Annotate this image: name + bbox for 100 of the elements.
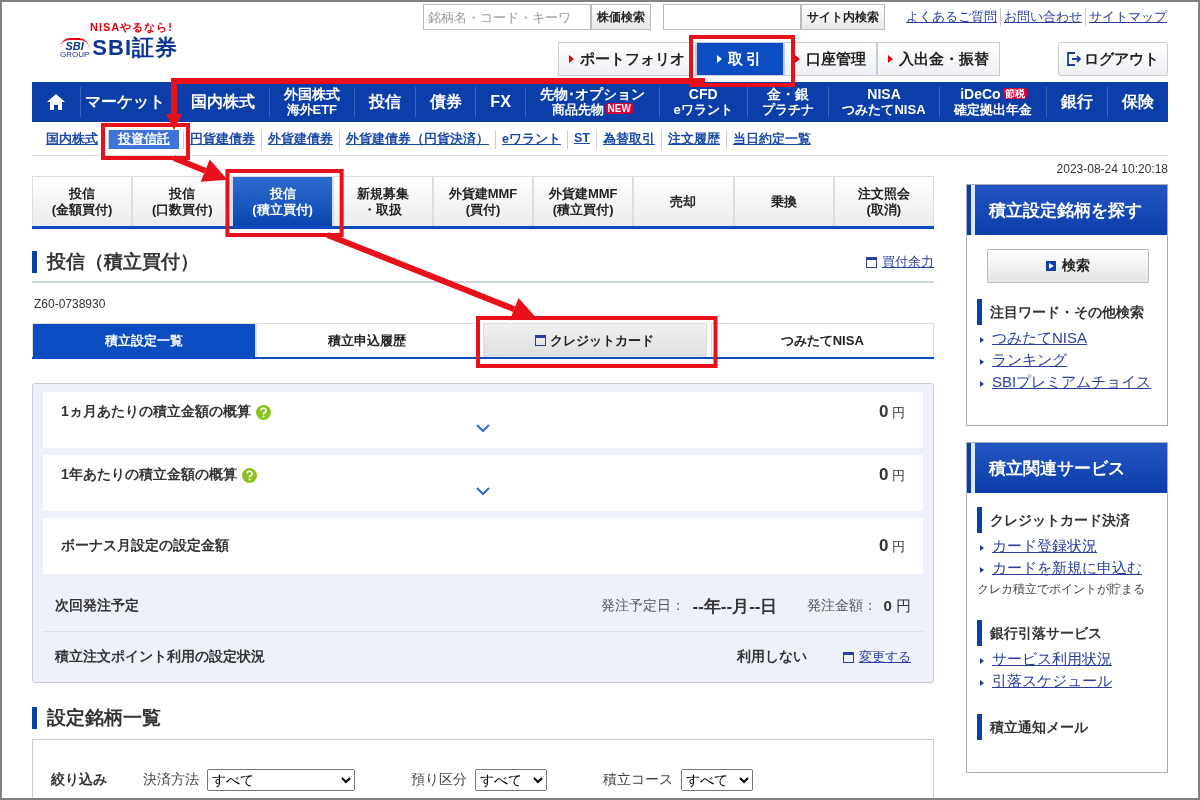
tab[interactable]: 外貨建MMF (買付): [432, 176, 534, 226]
logo-name[interactable]: SBI証券: [92, 33, 179, 63]
logout-button[interactable]: ログアウト: [1058, 42, 1168, 76]
nav-item[interactable]: 投信: [353, 87, 415, 117]
summary-label: 1ヵ月あたりの積立金額の概算: [61, 403, 251, 421]
tab[interactable]: 新規募集 ・取扱: [332, 176, 433, 226]
top-menu-button[interactable]: ポートフォリオ: [558, 42, 696, 76]
bullet-icon: [980, 680, 984, 686]
sidebar-heading: 積立通知メール: [977, 714, 1159, 740]
nav-item[interactable]: FX: [475, 87, 525, 117]
bullet-icon: [980, 381, 984, 387]
sidebar-heading: 銀行引落サービス: [977, 620, 1159, 646]
subnav-link[interactable]: 円貨建債券: [183, 130, 261, 149]
change-link[interactable]: 変更する: [843, 648, 911, 666]
amount-value: 0 円: [878, 465, 905, 485]
subnav-link[interactable]: 投資信託: [108, 130, 179, 149]
timestamp: 2023-08-24 10:20:18: [1055, 161, 1168, 178]
bullet-icon: [980, 567, 984, 573]
tab[interactable]: 投信 (積立買付): [232, 176, 333, 226]
nav-item[interactable]: 債券: [414, 87, 476, 117]
top-menu-button[interactable]: 入出金・振替: [877, 42, 1000, 76]
search-button[interactable]: 検索: [987, 249, 1149, 283]
sidebar-title: 積立関連サービス: [967, 443, 1167, 493]
page-title: 投信（積立買付）: [32, 251, 199, 273]
subnav-link[interactable]: 注文履歴: [660, 130, 726, 149]
sidebar-title: 積立設定銘柄を探す: [967, 185, 1167, 235]
chevron-down-icon[interactable]: [476, 424, 490, 433]
buying-power-link[interactable]: 買付余力: [866, 253, 934, 271]
chevron-down-icon[interactable]: [476, 487, 490, 496]
tab[interactable]: 投信 (口数買付): [132, 176, 233, 226]
filter-dropdown[interactable]: すべて: [475, 769, 547, 791]
sub-tab[interactable]: クレジットカード: [483, 323, 707, 357]
stock-search-button[interactable]: 株価検索: [591, 4, 651, 30]
subnav-link[interactable]: eワラント: [495, 130, 567, 149]
sidebar-link[interactable]: ランキング: [992, 349, 1067, 371]
nav-item[interactable]: CFD eワラント: [658, 87, 747, 117]
caret-icon: [888, 55, 893, 63]
tab[interactable]: 売却: [633, 176, 734, 226]
subnav-link[interactable]: 為替取引: [595, 130, 661, 149]
sub-tab[interactable]: 積立設定一覧: [32, 323, 256, 357]
filter-name: 決済方法: [143, 771, 199, 789]
sidebar-link[interactable]: つみたてNISA: [992, 327, 1087, 349]
order-amount-value: 0 円: [883, 596, 911, 616]
caret-icon: [716, 55, 722, 63]
tab[interactable]: 乗換: [733, 176, 834, 226]
help-link[interactable]: お問い合わせ: [1000, 8, 1085, 26]
sub-tab[interactable]: つみたてNISA: [710, 323, 934, 357]
caret-icon: [569, 55, 574, 63]
window-icon: [866, 256, 877, 268]
amount-value: 0 円: [878, 536, 905, 556]
logo-tagline: NISAやるなら!: [90, 22, 174, 33]
nav-item[interactable]: NISA つみたてNISA: [827, 87, 940, 117]
sidebar-heading: クレジットカード決済: [977, 507, 1159, 533]
filter-dropdown[interactable]: すべて: [207, 769, 355, 791]
site-search-button[interactable]: サイト内検索: [801, 4, 885, 30]
subnav-link[interactable]: 当日約定一覧: [725, 130, 817, 149]
order-amount-label: 発注金額：: [807, 597, 878, 615]
tab[interactable]: 投信 (金額買付): [32, 176, 133, 226]
top-menu-button[interactable]: 口座管理: [784, 42, 877, 76]
help-link[interactable]: よくあるご質問: [903, 8, 1000, 26]
subnav-link[interactable]: 外貨建債券: [261, 130, 339, 149]
nav-item[interactable]: 先物･オプション 商品先物 $^{NEW}$: [524, 87, 659, 117]
order-date-label: 発注予定日：: [600, 597, 685, 615]
site-search-field[interactable]: [663, 4, 801, 30]
account-code: Z60-0738930: [33, 296, 107, 313]
points-setting-value: 利用しない: [737, 648, 807, 666]
sidebar-link[interactable]: カード登録状況: [992, 535, 1097, 557]
sidebar-note: クレカ積立でポイントが貯まる: [977, 581, 1146, 598]
section-title: 設定銘柄一覧: [32, 707, 934, 729]
help-link[interactable]: サイトマップ: [1085, 8, 1170, 26]
sidebar-link[interactable]: サービス利用状況: [992, 648, 1112, 670]
sidebar-link[interactable]: 引落スケジュール: [992, 670, 1112, 692]
window-icon: [843, 651, 854, 663]
filter-name: 預り区分: [411, 771, 467, 789]
filter-dropdown[interactable]: すべて: [681, 769, 753, 791]
sidebar-heading: 注目ワード・その他検索: [977, 299, 1159, 325]
subnav-link[interactable]: 外貨建債券（円貨決済）: [339, 130, 495, 149]
summary-label: ボーナス月設定の設定金額: [61, 537, 229, 555]
nav-item[interactable]: 外国株式 海外ETF: [268, 87, 354, 117]
bullet-icon: [980, 359, 984, 365]
bullet-icon: [980, 337, 984, 343]
bullet-icon: [980, 658, 984, 664]
bullet-icon: [980, 545, 984, 551]
tab[interactable]: 外貨建MMF (積立買付): [533, 176, 634, 226]
logout-icon: [1067, 52, 1081, 66]
arrow: [172, 155, 228, 182]
tab[interactable]: 注文照会 (取消): [833, 176, 934, 226]
nav-item[interactable]: 銀行: [1046, 87, 1108, 117]
stock-search-field[interactable]: 銘柄名・コード・キーワ: [423, 4, 591, 30]
sub-tab[interactable]: 積立申込履歴: [255, 323, 479, 357]
nav-item[interactable]: 金・銀 プラチナ: [746, 87, 828, 117]
nav-item[interactable]: iDeCo $^{節税}$ 確定拠出年金: [939, 87, 1047, 117]
subnav-link[interactable]: 国内株式: [46, 130, 104, 149]
top-menu-button[interactable]: 取引: [696, 42, 784, 76]
nav-item[interactable]: 保険: [1107, 87, 1169, 117]
play-icon: [1046, 261, 1056, 271]
subnav-link[interactable]: ST: [566, 130, 596, 149]
sidebar-link[interactable]: SBIプレミアムチョイス: [992, 371, 1152, 393]
sidebar-link[interactable]: カードを新規に申込む: [992, 557, 1142, 579]
next-order-label: 次回発注予定: [55, 597, 139, 615]
